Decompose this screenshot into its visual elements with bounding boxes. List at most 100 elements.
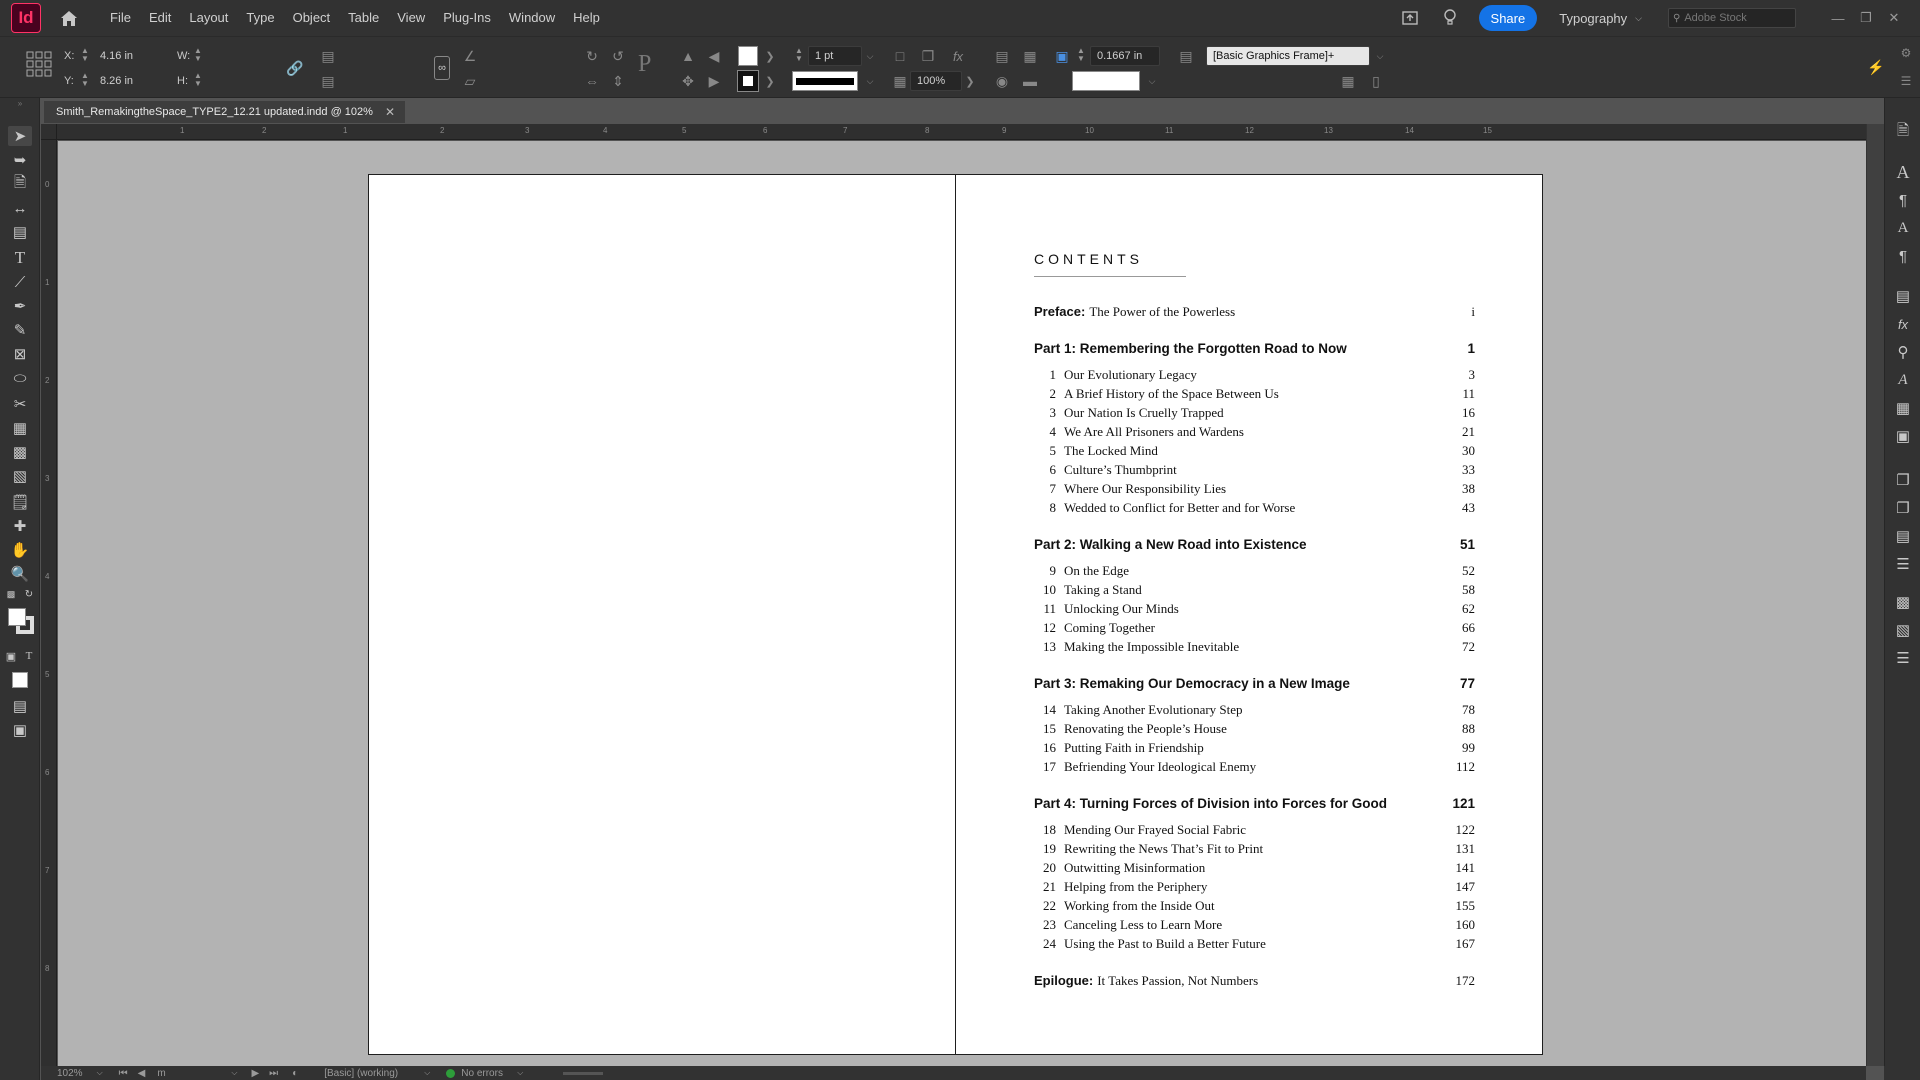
panel-gear-icon[interactable]: ⚙ — [1896, 43, 1916, 63]
chapter-entry[interactable]: 6 Culture’s Thumbprint 33 — [1034, 462, 1476, 478]
rectangle-frame-tool-icon[interactable]: ⊠ — [8, 344, 32, 364]
previous-page-icon[interactable]: ◀ — [138, 1068, 146, 1079]
x-field[interactable]: 4.16 in — [94, 46, 164, 66]
minimize-icon[interactable]: — — [1826, 11, 1850, 26]
auto-fit-icon[interactable]: ▣ — [1052, 46, 1072, 66]
page-dropdown-icon[interactable]: ⌵ — [231, 1068, 237, 1078]
next-page-icon[interactable]: ▶ — [251, 1068, 259, 1079]
select-content-icon[interactable]: ✥ — [678, 71, 698, 91]
close-tab-icon[interactable]: ✕ — [385, 105, 395, 119]
character-styles-icon[interactable]: A — [1893, 218, 1913, 238]
chapter-entry[interactable]: 9 On the Edge 52 — [1034, 563, 1476, 579]
part-heading[interactable]: Part 2: Walking a New Road into Existenc… — [1034, 537, 1475, 552]
opacity-chevron-icon[interactable]: ❯ — [960, 71, 980, 91]
text-wrap-shape-icon[interactable]: ◉ — [992, 71, 1012, 91]
character-panel-icon[interactable]: A — [1893, 162, 1913, 182]
preface-entry[interactable]: Preface: The Power of the Powerless i — [1034, 304, 1475, 320]
object-style-chevron-icon[interactable]: ⌵ — [1370, 46, 1390, 66]
close-window-icon[interactable]: ✕ — [1882, 10, 1906, 26]
home-button[interactable] — [57, 6, 81, 30]
pen-tool-icon[interactable]: ✒ — [8, 296, 32, 316]
chapter-entry[interactable]: 17 Befriending Your Ideological Enemy 112 — [1034, 759, 1475, 775]
horizontal-ruler[interactable]: 1 2 1 2 3 4 5 6 7 8 9 10 11 12 13 14 15 — [57, 124, 1866, 140]
chapter-entry[interactable]: 12 Coming Together 66 — [1034, 620, 1475, 636]
text-wrap-bounding-icon[interactable]: ▦ — [1020, 46, 1040, 66]
offset-stepper[interactable]: ▲ ▼ — [1076, 47, 1086, 63]
eyedropper-tool-icon[interactable]: ✚ — [8, 516, 32, 536]
chapter-entry[interactable]: 24 Using the Past to Build a Better Futur… — [1034, 936, 1475, 952]
open-page-icon[interactable]: ◐ — [292, 1068, 298, 1079]
restore-icon[interactable]: ❐ — [1854, 10, 1878, 26]
reference-point-icon[interactable] — [26, 51, 52, 77]
layers-panel-icon[interactable]: ❐ — [1893, 470, 1913, 490]
part-heading[interactable]: Part 3: Remaking Our Democracy in a New … — [1034, 676, 1475, 691]
vertical-ruler[interactable]: 0 1 2 3 4 5 6 7 8 — [41, 140, 57, 1066]
type-tool-icon[interactable]: T — [8, 248, 32, 268]
content-collector-icon[interactable]: ▤ — [8, 222, 32, 242]
paragraph-panel-icon[interactable]: ¶ — [1893, 190, 1913, 210]
align-swatch-field[interactable] — [1072, 71, 1140, 91]
first-page-icon[interactable]: ⏮ — [119, 1068, 128, 1079]
chapter-entry[interactable]: 8 Wedded to Conflict for Better and for W… — [1034, 500, 1476, 516]
properties-panel-icon[interactable]: ☰ — [1893, 554, 1913, 574]
collapse-icon[interactable]: » — [8, 98, 32, 108]
zoom-dropdown-icon[interactable]: ⌵ — [97, 1068, 103, 1078]
share-button[interactable]: Share — [1478, 5, 1538, 31]
effects-fx-icon[interactable]: fx — [948, 46, 968, 66]
pencil-tool-icon[interactable]: ✎ — [8, 320, 32, 340]
rotation-angle-field[interactable] — [482, 46, 566, 66]
opacity-field[interactable]: 100% — [910, 71, 962, 91]
horizontal-scroll-thumb[interactable] — [563, 1071, 604, 1075]
rotate-ccw-icon[interactable]: ↺ — [608, 46, 628, 66]
offset-field[interactable]: 0.1667 in — [1090, 46, 1160, 66]
menu-layout[interactable]: Layout — [180, 0, 237, 36]
chapter-entry[interactable]: 23 Canceling Less to Learn More 160 — [1034, 917, 1475, 933]
fill-stroke-swatch[interactable] — [8, 606, 34, 640]
links-panel-icon[interactable]: ▣ — [1893, 426, 1913, 446]
direct-selection-tool-icon[interactable]: ➥ — [8, 150, 32, 170]
left-page[interactable] — [368, 174, 956, 1055]
stroke-weight-field[interactable]: 1 pt — [808, 46, 862, 66]
text-frame-options-icon[interactable]: ▤ — [1893, 286, 1913, 306]
menu-window[interactable]: Window — [500, 0, 564, 36]
paragraph-styles-icon[interactable]: ¶ — [1893, 246, 1913, 266]
stroke-type-field[interactable] — [792, 71, 858, 91]
fx-effects-panel-icon[interactable]: fx — [1893, 314, 1913, 334]
shear-angle-icon[interactable]: ▱ — [460, 71, 480, 91]
color-theme-icon[interactable]: ⚲ — [1893, 342, 1913, 362]
workspace-dropdown[interactable]: Typography ⌵ — [1559, 11, 1642, 26]
line-tool-icon[interactable]: ⟋ — [8, 272, 32, 292]
note-tool-icon[interactable]: 🗒 — [8, 492, 32, 512]
publish-online-icon[interactable] — [1399, 7, 1421, 29]
menu-plug-ins[interactable]: Plug-Ins — [434, 0, 500, 36]
object-states-icon[interactable]: ❐ — [1893, 498, 1913, 518]
object-style-dropdown[interactable]: [Basic Graphics Frame]+ — [1206, 46, 1370, 66]
ruler-origin[interactable] — [41, 124, 57, 140]
menu-table[interactable]: Table — [339, 0, 388, 36]
swap-colors-icon[interactable]: ↻ — [22, 588, 36, 600]
align-swatch-dropdown-icon[interactable]: ⌵ — [1142, 71, 1162, 91]
scale-y-field[interactable] — [340, 71, 424, 91]
view-mode-icon[interactable]: ▤ — [8, 696, 32, 716]
chapter-entry[interactable]: 11 Unlocking Our Minds 62 — [1034, 601, 1475, 617]
menu-file[interactable]: File — [101, 0, 140, 36]
rotate-cw-icon[interactable]: ↻ — [582, 46, 602, 66]
fill-swatch[interactable] — [738, 46, 758, 66]
clear-overrides-icon[interactable]: ▦ — [1338, 71, 1358, 91]
y-stepper[interactable]: ▲ ▼ — [80, 72, 90, 88]
preflight-errors[interactable]: No errors — [461, 1068, 517, 1079]
chapter-entry[interactable]: 21 Helping from the Periphery 147 — [1034, 879, 1475, 895]
scale-x-icon[interactable]: ▤ — [318, 46, 338, 66]
lightbulb-icon[interactable] — [1439, 7, 1461, 29]
stroke-weight-stepper[interactable]: ▲ ▼ — [794, 47, 804, 63]
gradient-panel-icon[interactable]: ▧ — [1893, 620, 1913, 640]
fitting-frame-icon[interactable]: □ — [890, 46, 910, 66]
chapter-entry[interactable]: 1 Our Evolutionary Legacy 3 — [1034, 367, 1476, 383]
stroke-panel-icon[interactable]: ☰ — [1893, 648, 1913, 668]
chapter-entry[interactable]: 15 Renovating the People’s House 88 — [1034, 721, 1475, 737]
text-wrap-jump-icon[interactable]: ▬ — [1020, 71, 1040, 91]
chapter-entry[interactable]: 5 The Locked Mind 30 — [1034, 443, 1476, 459]
chapter-entry[interactable]: 20 Outwitting Misinformation 141 — [1034, 860, 1475, 876]
flip-horizontal-icon[interactable]: ⇔ — [582, 71, 602, 91]
chapter-entry[interactable]: 18 Mending Our Frayed Social Fabric 122 — [1034, 822, 1475, 838]
